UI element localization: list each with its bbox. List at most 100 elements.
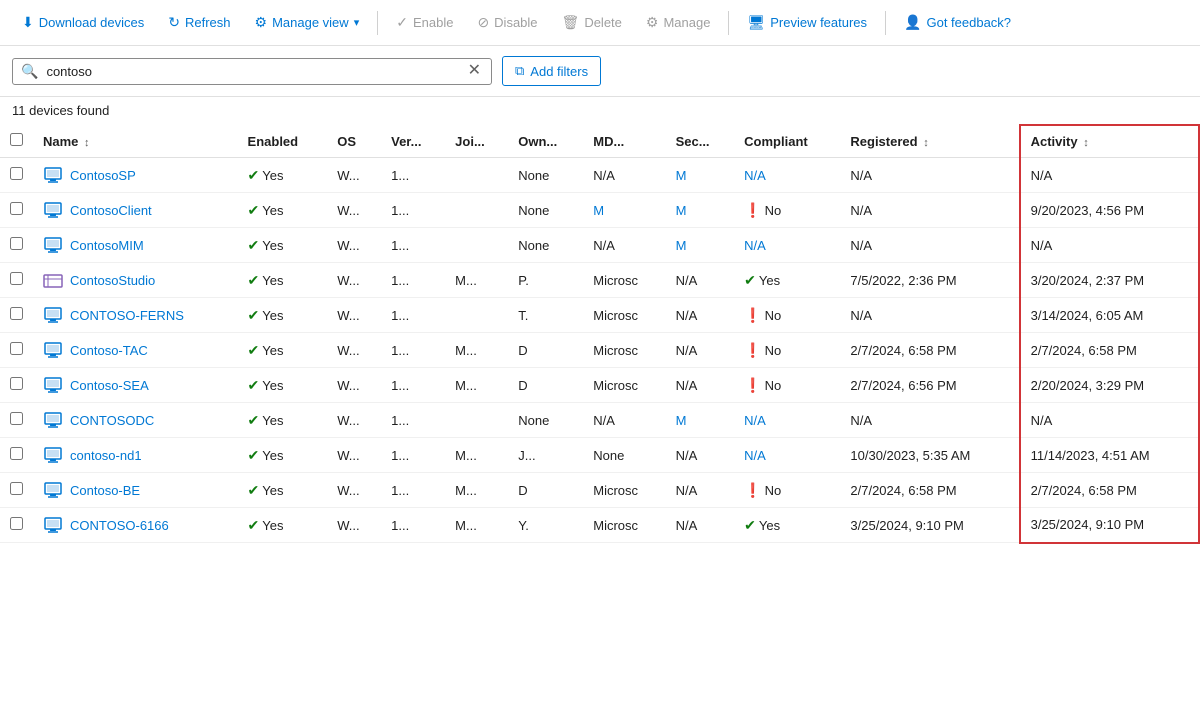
device-name-link[interactable]: ContosoMIM — [43, 235, 228, 255]
row-compliant-cell: ❗ No — [734, 193, 840, 228]
row-checkbox[interactable] — [10, 412, 23, 425]
row-own-cell: D — [508, 333, 583, 368]
row-registered-cell: N/A — [840, 158, 1019, 193]
row-ver-cell: 1... — [381, 193, 445, 228]
row-checkbox-cell — [0, 228, 33, 263]
row-checkbox[interactable] — [10, 202, 23, 215]
row-checkbox[interactable] — [10, 482, 23, 495]
enable-button[interactable]: ✓ Enable — [386, 8, 463, 37]
devices-table: Name ↕ Enabled OS Ver... Joi... Own... M… — [0, 124, 1200, 544]
compliant-no-badge: ❗ No — [744, 202, 830, 219]
row-enabled-cell: ✔ Yes — [238, 228, 328, 263]
row-activity-cell: 11/14/2023, 4:51 AM — [1020, 438, 1199, 473]
device-name-link[interactable]: Contoso-TAC — [43, 340, 228, 360]
check-icon: ✔ — [248, 517, 260, 534]
row-joi-cell: M... — [445, 263, 508, 298]
row-compliant-cell: ❗ No — [734, 298, 840, 333]
check-icon: ✔ — [248, 307, 260, 324]
add-filters-button[interactable]: ⧉ Add filters — [502, 56, 601, 86]
row-own-cell: D — [508, 368, 583, 403]
device-name-link[interactable]: ContosoClient — [43, 200, 228, 220]
row-os-cell: W... — [327, 508, 381, 543]
row-name-cell: Contoso-SEA — [33, 368, 238, 403]
row-name-cell: CONTOSO-6166 — [33, 508, 238, 543]
row-activity-cell: 3/20/2024, 2:37 PM — [1020, 263, 1199, 298]
search-bar: 🔍 ✕ ⧉ Add filters — [0, 46, 1200, 97]
row-activity-cell: 3/25/2024, 9:10 PM — [1020, 508, 1199, 543]
row-checkbox[interactable] — [10, 237, 23, 250]
device-name-text: ContosoStudio — [70, 273, 155, 288]
device-name-link[interactable]: contoso-nd1 — [43, 445, 228, 465]
row-registered-cell: 3/25/2024, 9:10 PM — [840, 508, 1019, 543]
enable-icon: ✓ — [396, 14, 408, 31]
row-checkbox-cell — [0, 403, 33, 438]
device-name-link[interactable]: ContosoStudio — [43, 270, 228, 290]
exclaim-icon: ❗ — [744, 482, 761, 499]
table-row: CONTOSO-6166✔ YesW...1...M...Y.MicroscN/… — [0, 508, 1199, 543]
col-header-activity[interactable]: Activity ↕ — [1020, 125, 1199, 158]
device-computer-icon — [43, 235, 63, 255]
manage-view-icon: ⚙ — [255, 14, 268, 31]
device-name-text: ContosoSP — [70, 168, 136, 183]
row-checkbox[interactable] — [10, 447, 23, 460]
device-name-link[interactable]: Contoso-SEA — [43, 375, 228, 395]
check-icon: ✔ — [248, 237, 260, 254]
separator-3 — [885, 11, 886, 35]
device-name-link[interactable]: Contoso-BE — [43, 480, 228, 500]
delete-button[interactable]: 🗑 Delete — [552, 8, 632, 37]
row-name-cell: ContosoSP — [33, 158, 238, 193]
table-row: contoso-nd1✔ YesW...1...M...J...NoneN/AN… — [0, 438, 1199, 473]
row-os-cell: W... — [327, 333, 381, 368]
manage-view-button[interactable]: ⚙ Manage view — [245, 8, 370, 37]
row-sec-cell: N/A — [666, 263, 735, 298]
table-row: ContosoMIM✔ YesW...1...NoneN/AMN/AN/AN/A — [0, 228, 1199, 263]
row-md-cell: Microsc — [583, 298, 665, 333]
got-feedback-button[interactable]: 👤 Got feedback? — [894, 8, 1021, 37]
row-joi-cell — [445, 158, 508, 193]
row-checkbox[interactable] — [10, 377, 23, 390]
table-row: Contoso-SEA✔ YesW...1...M...DMicroscN/A❗… — [0, 368, 1199, 403]
search-input[interactable] — [46, 64, 457, 79]
col-header-md: MD... — [583, 125, 665, 158]
row-registered-cell: N/A — [840, 193, 1019, 228]
device-computer-icon — [43, 515, 63, 535]
disable-button[interactable]: ⊘ Disable — [467, 8, 547, 37]
row-compliant-cell: ✔ Yes — [734, 508, 840, 543]
device-name-link[interactable]: ContosoSP — [43, 165, 228, 185]
manage-button[interactable]: ⚙ Manage — [636, 8, 721, 37]
row-sec-cell: N/A — [666, 508, 735, 543]
delete-icon: 🗑 — [562, 14, 580, 31]
col-header-registered[interactable]: Registered ↕ — [840, 125, 1019, 158]
row-name-cell: ContosoClient — [33, 193, 238, 228]
row-compliant-cell: ✔ Yes — [734, 263, 840, 298]
row-name-cell: CONTOSODC — [33, 403, 238, 438]
device-name-link[interactable]: CONTOSO-6166 — [43, 515, 228, 535]
device-computer-icon — [43, 200, 63, 220]
row-checkbox[interactable] — [10, 167, 23, 180]
select-all-checkbox[interactable] — [10, 133, 23, 146]
row-registered-cell: 7/5/2022, 2:36 PM — [840, 263, 1019, 298]
separator-1 — [377, 11, 378, 35]
preview-features-button[interactable]: 🖥 Preview features — [737, 8, 877, 37]
row-checkbox[interactable] — [10, 517, 23, 530]
row-checkbox[interactable] — [10, 342, 23, 355]
row-joi-cell — [445, 403, 508, 438]
device-name-link[interactable]: CONTOSO-FERNS — [43, 305, 228, 325]
download-devices-button[interactable]: ⬇ Download devices — [12, 8, 154, 37]
row-checkbox[interactable] — [10, 307, 23, 320]
device-name-text: ContosoClient — [70, 203, 152, 218]
device-name-link[interactable]: CONTOSODC — [43, 410, 228, 430]
clear-search-button[interactable]: ✕ — [466, 63, 483, 79]
device-name-text: CONTOSO-6166 — [70, 518, 169, 533]
compliant-na-link[interactable]: N/A — [744, 413, 766, 428]
col-header-name[interactable]: Name ↕ — [33, 125, 238, 158]
enabled-badge: ✔ Yes — [248, 447, 318, 464]
refresh-button[interactable]: ↻ Refresh — [158, 8, 240, 37]
row-ver-cell: 1... — [381, 438, 445, 473]
compliant-na-link[interactable]: N/A — [744, 448, 766, 463]
row-checkbox[interactable] — [10, 272, 23, 285]
compliant-na-link[interactable]: N/A — [744, 168, 766, 183]
row-joi-cell: M... — [445, 473, 508, 508]
compliant-na-link[interactable]: N/A — [744, 238, 766, 253]
device-computer-icon — [43, 445, 63, 465]
